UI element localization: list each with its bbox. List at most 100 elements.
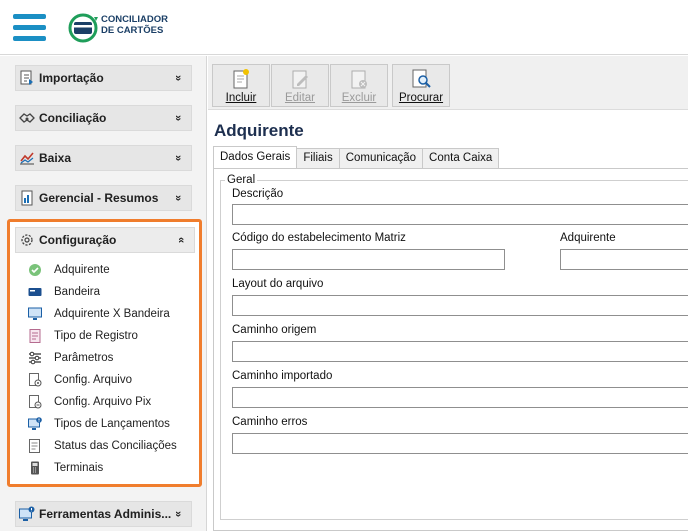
chevron-down-icon: » — [172, 154, 184, 162]
layout-arquivo-input[interactable] — [232, 295, 688, 316]
chevron-down-icon: » — [172, 74, 184, 82]
procurar-label: Procurar — [398, 92, 444, 104]
submenu-terminais[interactable]: Terminais — [28, 457, 198, 479]
submenu-config-arquivo-label: Config. Arquivo — [54, 374, 132, 386]
caminho-origem-label: Caminho origem — [232, 324, 317, 336]
logo-line1: CONCILIADOR — [101, 14, 169, 25]
caminho-origem-input[interactable] — [232, 341, 688, 362]
codigo-matriz-label: Código do estabelecimento Matriz — [232, 232, 406, 244]
excluir-button[interactable]: Excluir — [330, 64, 388, 107]
submenu-config-arquivo-pix-label: Config. Arquivo Pix — [54, 396, 152, 408]
group-geral: Geral Descrição Código do estabeleciment… — [220, 174, 688, 520]
logo-line2: DE CARTÕES — [101, 25, 164, 36]
menu-gerencial-label: Gerencial - Resumos — [39, 191, 159, 205]
chevron-down-icon: » — [172, 194, 184, 202]
check-circle-icon — [29, 264, 41, 276]
submenu-adquirente-label: Adquirente — [54, 264, 110, 276]
hamburger-menu-icon[interactable] — [13, 14, 46, 42]
tab-dados-gerais[interactable]: Dados Gerais — [213, 146, 298, 168]
menu-conciliacao-label: Conciliação — [39, 111, 107, 125]
report-icon — [21, 190, 33, 206]
caminho-importado-label: Caminho importado — [232, 370, 333, 382]
pos-terminal-icon — [31, 461, 39, 475]
menu-configuracao-label: Configuração — [39, 233, 117, 247]
submenu-parametros[interactable]: Parâmetros — [28, 347, 198, 369]
caminho-importado-input[interactable] — [232, 387, 688, 408]
submenu-bandeira[interactable]: Bandeira — [28, 281, 198, 303]
incluir-label: Incluir — [225, 92, 257, 104]
menu-ferramentas-label: Ferramentas Adminis... — [39, 507, 171, 521]
submenu-tipo-de-registro-label: Tipo de Registro — [54, 330, 138, 342]
monitor-icon — [28, 307, 42, 320]
sidebar: Importação » Conciliação » Baixa » Geren… — [0, 56, 207, 531]
menu-importacao-label: Importação — [39, 71, 104, 85]
chevron-down-icon: » — [172, 114, 184, 122]
document-icon — [29, 329, 41, 343]
app-logo: CONCILIADOR DE CARTÕES — [68, 11, 178, 47]
group-geral-label: Geral — [225, 174, 258, 186]
submenu-bandeira-label: Bandeira — [54, 286, 101, 298]
configuracao-panel: Configuração « Adquirente Bandeira Adqui… — [7, 219, 202, 487]
submenu-adquirente[interactable]: Adquirente — [28, 259, 198, 281]
status-icon — [29, 439, 40, 453]
caminho-erros-input[interactable] — [232, 433, 688, 454]
submenu-adquirente-x-bandeira-label: Adquirente X Bandeira — [54, 308, 170, 320]
descricao-input[interactable] — [232, 204, 688, 225]
tab-conta-caixa[interactable]: Conta Caixa — [422, 148, 500, 168]
tab-filiais[interactable]: Filiais — [296, 148, 340, 168]
delete-document-icon — [351, 70, 367, 89]
caminho-erros-label: Caminho erros — [232, 416, 308, 428]
chevron-down-icon: » — [172, 510, 184, 518]
adquirente-label: Adquirente — [560, 232, 616, 244]
submenu-tipo-de-registro[interactable]: Tipo de Registro — [28, 325, 198, 347]
submenu-adquirente-x-bandeira[interactable]: Adquirente X Bandeira — [28, 303, 198, 325]
submenu-tipos-de-lancamentos-label: Tipos de Lançamentos — [54, 418, 170, 430]
menu-importacao[interactable]: Importação » — [15, 65, 192, 91]
admin-tools-icon — [19, 506, 35, 521]
descricao-label: Descrição — [232, 188, 284, 200]
page-title: Adquirente — [214, 121, 304, 140]
gear-icon — [21, 234, 33, 246]
edit-document-icon — [292, 70, 308, 89]
editar-label: Editar — [284, 92, 316, 104]
menu-gerencial-resumos[interactable]: Gerencial - Resumos » — [15, 185, 192, 211]
top-header: CONCILIADOR DE CARTÕES — [0, 0, 688, 55]
toolbar: Incluir Editar Excluir Procurar — [208, 56, 688, 110]
submenu-config-arquivo-pix[interactable]: Config. Arquivo Pix — [28, 391, 198, 413]
tab-strip: Dados Gerais Filiais Comunicação Conta C… — [213, 146, 500, 168]
menu-conciliacao[interactable]: Conciliação » — [15, 105, 192, 131]
editar-button[interactable]: Editar — [271, 64, 329, 107]
search-document-icon — [412, 69, 431, 88]
chevron-up-icon: « — [175, 236, 187, 244]
codigo-matriz-input[interactable] — [232, 249, 505, 270]
menu-configuracao[interactable]: Configuração « — [15, 227, 195, 253]
submenu-status-das-conciliacoes[interactable]: Status das Conciliações — [28, 435, 198, 457]
menu-baixa-label: Baixa — [39, 151, 72, 165]
configuracao-submenu: Adquirente Bandeira Adquirente X Bandeir… — [28, 259, 198, 479]
sliders-icon — [29, 351, 41, 365]
main-content: Incluir Editar Excluir Procurar Adquiren… — [208, 56, 688, 531]
import-icon — [20, 70, 33, 85]
new-document-icon — [233, 69, 249, 89]
submenu-terminais-label: Terminais — [54, 462, 104, 474]
tab-comunicacao[interactable]: Comunicação — [338, 148, 424, 168]
monitor-alert-icon — [28, 417, 42, 430]
logo-icon — [68, 13, 98, 43]
excluir-label: Excluir — [341, 92, 377, 104]
layout-arquivo-label: Layout do arquivo — [232, 278, 324, 290]
submenu-tipos-de-lancamentos[interactable]: Tipos de Lançamentos — [28, 413, 198, 435]
incluir-button[interactable]: Incluir — [212, 64, 270, 107]
handshake-icon — [19, 113, 35, 123]
file-config-icon — [29, 373, 42, 387]
procurar-button[interactable]: Procurar — [392, 64, 450, 107]
submenu-status-label: Status das Conciliações — [54, 440, 177, 452]
adquirente-input[interactable] — [560, 249, 688, 270]
chart-down-icon — [20, 152, 34, 165]
submenu-config-arquivo[interactable]: Config. Arquivo — [28, 369, 198, 391]
menu-ferramentas-administrativas[interactable]: Ferramentas Adminis... » — [15, 501, 192, 527]
menu-baixa[interactable]: Baixa » — [15, 145, 192, 171]
file-pix-icon — [29, 395, 42, 409]
card-flag-icon — [28, 288, 42, 296]
tab-panel-dados-gerais: Geral Descrição Código do estabeleciment… — [213, 168, 688, 531]
submenu-parametros-label: Parâmetros — [54, 352, 114, 364]
